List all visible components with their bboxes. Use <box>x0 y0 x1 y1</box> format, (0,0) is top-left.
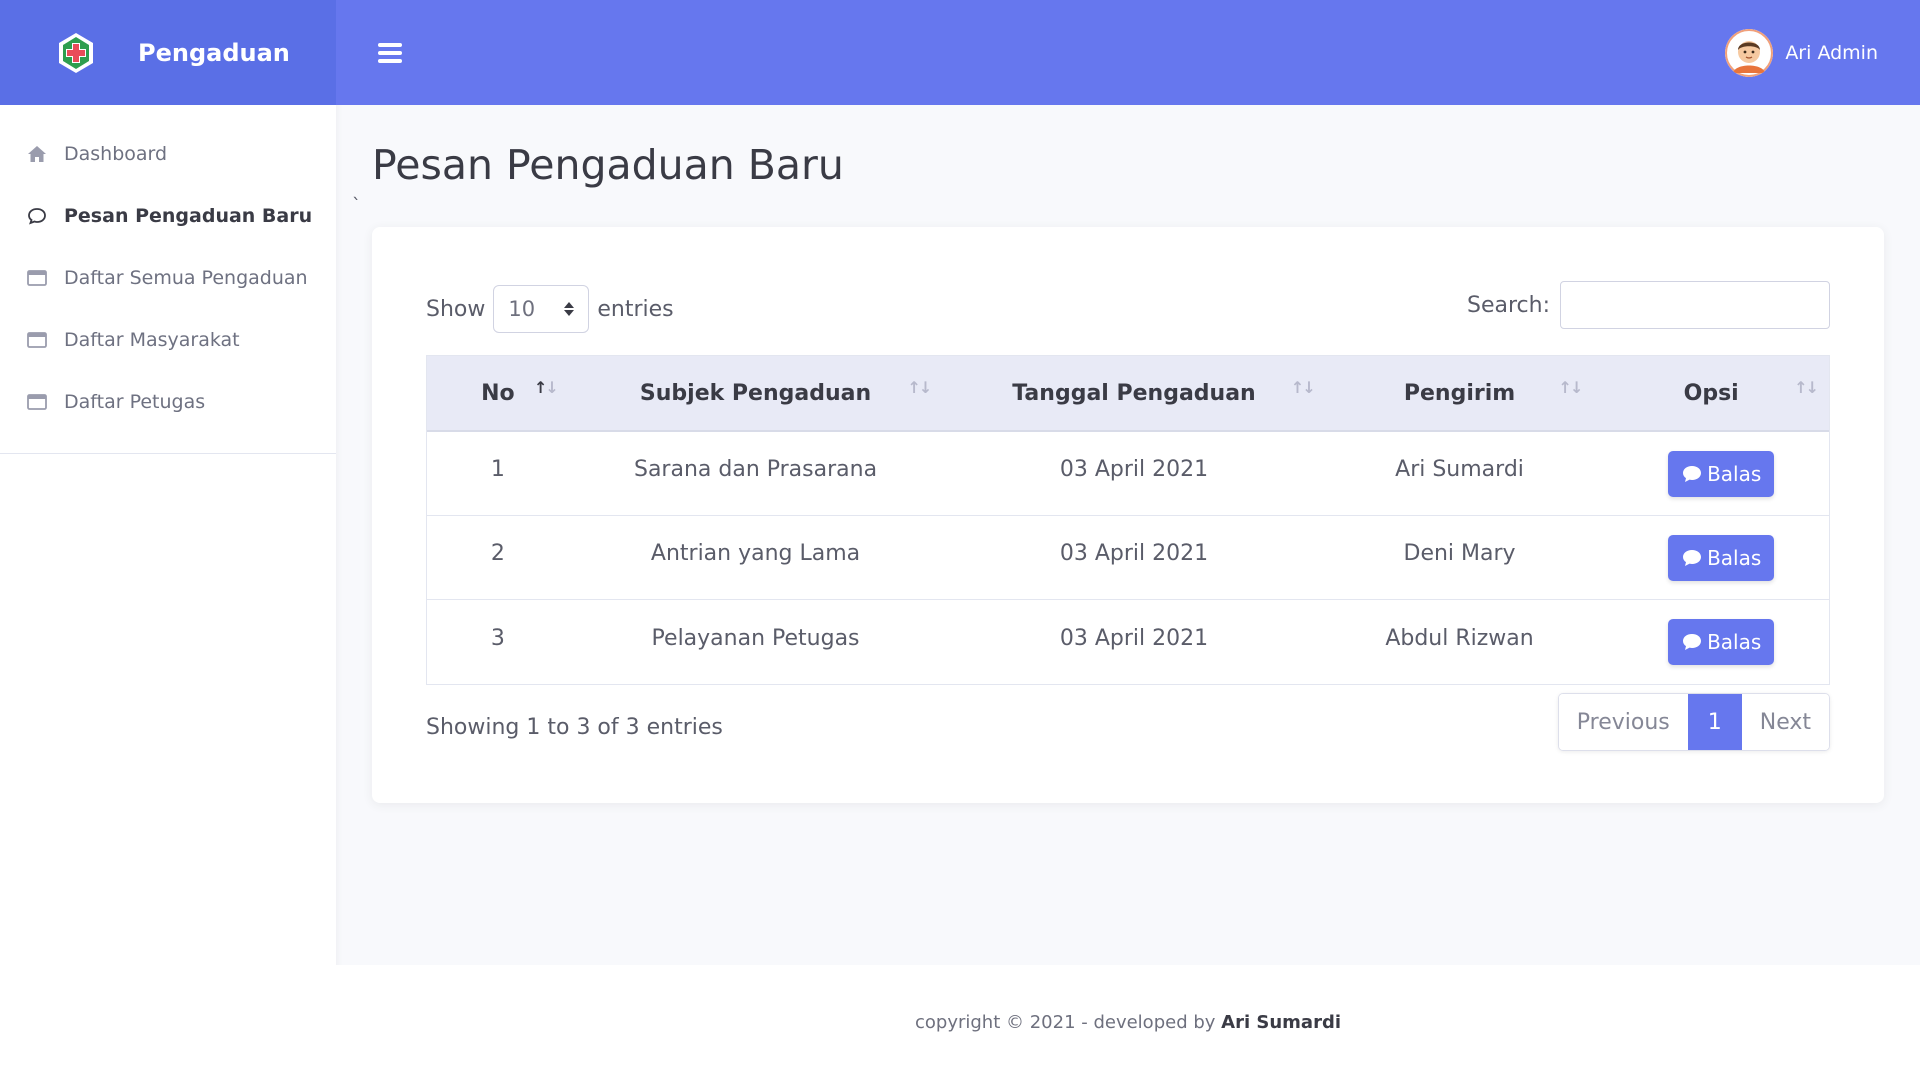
complaints-table: No ↑↓ Subjek Pengaduan ↑↓ Tanggal Pengad… <box>426 355 1830 685</box>
comment-icon <box>1681 632 1703 652</box>
sidebar-item-label: Daftar Petugas <box>64 391 206 413</box>
comment-icon <box>1681 464 1703 484</box>
reply-button-label: Balas <box>1707 461 1762 486</box>
cell-opsi: Balas <box>1593 432 1829 515</box>
window-icon <box>26 329 48 351</box>
reply-button-label: Balas <box>1707 630 1762 654</box>
page-button-current[interactable]: 1 <box>1687 694 1742 750</box>
sidebar-item-dashboard[interactable]: Dashboard <box>0 123 336 185</box>
cell-subjek: Sarana dan Prasarana <box>633 457 878 482</box>
hamburger-icon[interactable] <box>378 42 402 63</box>
page-length-select[interactable]: 10 <box>493 285 590 333</box>
sidebar-item-daftar-semua-pengaduan[interactable]: Daftar Semua Pengaduan <box>0 247 336 309</box>
cell-no: 1 <box>490 457 505 482</box>
sidebar-item-pesan-pengaduan-baru[interactable]: Pesan Pengaduan Baru <box>0 185 336 247</box>
column-header-no[interactable]: No ↑↓ <box>427 356 569 430</box>
sidebar-nav: Dashboard Pesan Pengaduan Baru Daftar Se… <box>0 105 336 454</box>
sort-icon: ↑↓ <box>1794 378 1819 397</box>
cell-subjek: Pelayanan Petugas <box>651 625 860 651</box>
column-label: Tanggal Pengaduan <box>1012 380 1256 406</box>
cell-tanggal: 03 April 2021 <box>1059 457 1209 482</box>
reply-button[interactable]: Balas <box>1668 534 1775 581</box>
home-icon <box>26 143 48 165</box>
sidebar-item-label: Daftar Semua Pengaduan <box>64 267 308 289</box>
cell-opsi: Balas <box>1593 600 1829 684</box>
column-label: Opsi <box>1683 380 1739 406</box>
footer-author: Ari Sumardi <box>1221 1012 1342 1033</box>
cell-tanggal: 03 April 2021 <box>1059 625 1209 651</box>
window-icon <box>26 267 48 289</box>
column-header-pengirim[interactable]: Pengirim ↑↓ <box>1326 356 1594 430</box>
search-control: Search: <box>1467 281 1830 329</box>
cell-no: 3 <box>490 625 505 651</box>
entries-label: entries <box>597 296 674 322</box>
table-row: 1 Sarana dan Prasarana 03 April 2021 Ari… <box>427 432 1829 516</box>
cell-tanggal: 03 April 2021 <box>1059 541 1209 566</box>
sidebar-item-daftar-petugas[interactable]: Daftar Petugas <box>0 371 336 433</box>
next-page-button[interactable]: Next <box>1741 694 1829 750</box>
cell-opsi: Balas <box>1593 516 1829 599</box>
topbar: Ari Admin <box>336 0 1920 105</box>
window-icon <box>26 391 48 413</box>
table-header: No ↑↓ Subjek Pengaduan ↑↓ Tanggal Pengad… <box>427 356 1829 432</box>
sort-icon: ↑↓ <box>1290 378 1316 397</box>
column-label: Subjek Pengaduan <box>639 380 872 406</box>
reply-button[interactable]: Balas <box>1668 619 1775 665</box>
main-content: Pesan Pengaduan Baru ` Show 10 entries S… <box>336 105 1920 965</box>
comment-icon <box>1681 548 1703 568</box>
reply-button-label: Balas <box>1707 545 1762 570</box>
brand[interactable]: Pengaduan <box>0 0 336 105</box>
column-label: Pengirim <box>1403 380 1516 406</box>
medical-cross-icon <box>56 31 96 75</box>
user-name: Ari Admin <box>1785 41 1878 64</box>
avatar <box>1725 28 1774 77</box>
sidebar: Pengaduan Dashboard Pesan Pengaduan Baru… <box>0 0 336 1080</box>
sort-icon: ↑↓ <box>533 378 559 397</box>
sidebar-item-daftar-masyarakat[interactable]: Daftar Masyarakat <box>0 309 336 371</box>
cell-pengirim: Deni Mary <box>1403 541 1516 566</box>
brand-name: Pengaduan <box>138 38 290 67</box>
cell-pengirim: Abdul Rizwan <box>1385 625 1534 651</box>
column-label: No <box>481 380 515 406</box>
sort-icon: ↑↓ <box>1558 378 1584 397</box>
column-header-opsi[interactable]: Opsi ↑↓ <box>1593 356 1829 430</box>
page-length-control: Show 10 entries <box>426 285 674 333</box>
table-row: 2 Antrian yang Lama 03 April 2021 Deni M… <box>427 516 1829 600</box>
sort-icon: ↑↓ <box>907 378 932 397</box>
table-row: 3 Pelayanan Petugas 03 April 2021 Abdul … <box>427 600 1829 684</box>
sidebar-item-label: Dashboard <box>64 143 168 165</box>
page-title: Pesan Pengaduan Baru <box>372 141 844 189</box>
cell-no: 2 <box>490 541 505 566</box>
search-label: Search: <box>1467 292 1550 318</box>
footer-text: copyright © 2021 - developed by <box>914 1012 1216 1033</box>
comment-icon <box>26 205 48 227</box>
page-length-value: 10 <box>508 297 536 321</box>
footer: copyright © 2021 - developed by Ari Suma… <box>336 965 1920 1080</box>
pagination: Previous 1 Next <box>1557 693 1830 751</box>
show-label: Show <box>426 296 486 322</box>
column-header-subjek[interactable]: Subjek Pengaduan ↑↓ <box>569 356 942 430</box>
cell-pengirim: Ari Sumardi <box>1395 457 1524 482</box>
column-header-tanggal[interactable]: Tanggal Pengaduan ↑↓ <box>942 356 1325 430</box>
previous-page-button[interactable]: Previous <box>1558 694 1688 750</box>
reply-button[interactable]: Balas <box>1668 450 1775 497</box>
table-info: Showing 1 to 3 of 3 entries <box>426 715 723 740</box>
search-input[interactable] <box>1560 281 1830 329</box>
select-arrows-icon <box>564 302 575 316</box>
complaints-card: Show 10 entries Search: No ↑↓ Subjek Pen… <box>372 227 1884 803</box>
sidebar-item-label: Pesan Pengaduan Baru <box>64 205 313 227</box>
sidebar-item-label: Daftar Masyarakat <box>64 329 240 351</box>
user-menu[interactable]: Ari Admin <box>1725 28 1878 77</box>
stray-mark: ` <box>352 195 361 216</box>
cell-subjek: Antrian yang Lama <box>650 541 861 566</box>
